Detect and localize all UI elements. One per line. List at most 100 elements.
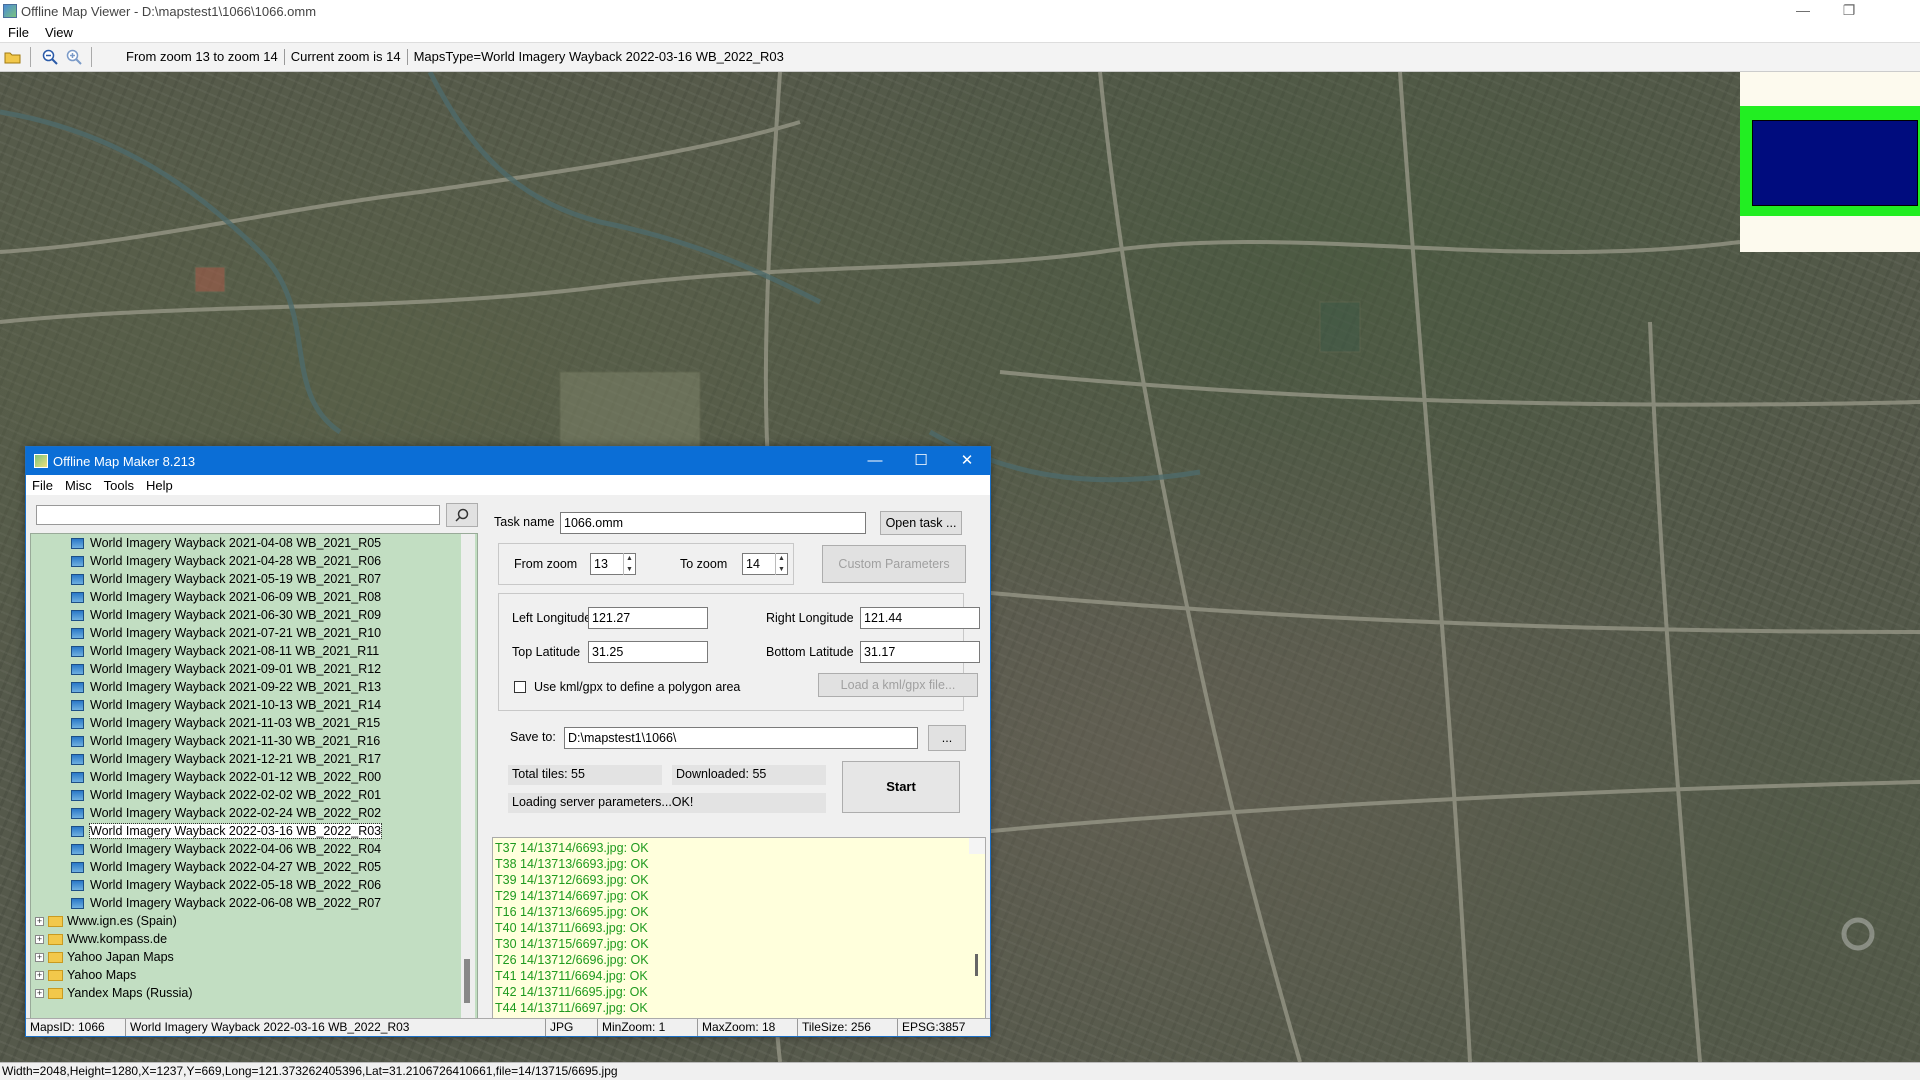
expand-icon[interactable]: +: [35, 934, 44, 944]
tree-map-item[interactable]: World Imagery Wayback 2021-08-11 WB_2021…: [31, 642, 477, 660]
right-longitude-input[interactable]: 121.44: [860, 607, 980, 629]
zoom-in-icon[interactable]: [63, 46, 85, 68]
tree-map-item[interactable]: World Imagery Wayback 2022-01-12 WB_2022…: [31, 768, 477, 786]
log-line: T40 14/13711/6693.jpg: OK: [495, 921, 648, 935]
task-name-input[interactable]: 1066.omm: [560, 512, 866, 534]
dialog-statusbar: MapsID: 1066 World Imagery Wayback 2022-…: [26, 1018, 990, 1036]
expand-icon[interactable]: +: [35, 970, 44, 980]
tree-map-item[interactable]: World Imagery Wayback 2021-10-13 WB_2021…: [31, 696, 477, 714]
tree-folder-item[interactable]: + Yahoo Japan Maps: [31, 948, 477, 966]
maps-id-status: MapsID: 1066: [26, 1019, 126, 1036]
left-longitude-input[interactable]: 121.27: [588, 607, 708, 629]
tree-item-label: World Imagery Wayback 2022-03-16 WB_2022…: [88, 823, 383, 839]
folder-icon: [48, 969, 63, 981]
kml-polygon-checkbox[interactable]: [514, 681, 526, 693]
map-layer-icon: [71, 843, 84, 855]
custom-parameters-button[interactable]: Custom Parameters: [822, 545, 966, 583]
epsg-status: EPSG:3857: [902, 1020, 966, 1034]
minimize-button[interactable]: —: [1780, 0, 1826, 22]
save-to-label: Save to:: [510, 730, 556, 744]
tree-map-item[interactable]: World Imagery Wayback 2021-04-08 WB_2021…: [31, 534, 477, 552]
start-button[interactable]: Start: [842, 761, 960, 813]
menu-file[interactable]: File: [0, 25, 37, 40]
overview-viewport[interactable]: [1752, 120, 1918, 206]
overview-panel[interactable]: [1740, 72, 1920, 252]
tree-map-item[interactable]: World Imagery Wayback 2022-03-16 WB_2022…: [31, 822, 477, 840]
tree-map-item[interactable]: World Imagery Wayback 2021-06-30 WB_2021…: [31, 606, 477, 624]
map-source-tree[interactable]: World Imagery Wayback 2021-04-08 WB_2021…: [30, 533, 478, 1026]
tree-item-label: World Imagery Wayback 2021-12-21 WB_2021…: [90, 752, 382, 766]
tree-item-label: World Imagery Wayback 2022-02-02 WB_2022…: [90, 788, 382, 802]
from-zoom-stepper[interactable]: ▲ ▼: [623, 553, 635, 575]
bottom-latitude-label: Bottom Latitude: [766, 645, 854, 659]
left-longitude-label: Left Longitude: [512, 611, 592, 625]
search-button[interactable]: [446, 503, 478, 527]
tree-item-label: World Imagery Wayback 2021-07-21 WB_2021…: [90, 626, 382, 640]
tree-item-label: World Imagery Wayback 2021-10-13 WB_2021…: [90, 698, 382, 712]
tree-map-item[interactable]: World Imagery Wayback 2021-05-19 WB_2021…: [31, 570, 477, 588]
log-line: T26 14/13712/6696.jpg: OK: [495, 953, 649, 967]
tree-folder-item[interactable]: + Yandex Maps (Russia): [31, 984, 477, 1002]
log-scrollbar[interactable]: [969, 838, 985, 976]
tree-map-item[interactable]: World Imagery Wayback 2021-11-30 WB_2021…: [31, 732, 477, 750]
top-latitude-label: Top Latitude: [512, 645, 581, 659]
tree-map-item[interactable]: World Imagery Wayback 2022-02-02 WB_2022…: [31, 786, 477, 804]
map-layer-icon: [71, 663, 84, 675]
menu-view[interactable]: View: [37, 25, 81, 40]
expand-icon[interactable]: +: [35, 916, 44, 926]
top-latitude-input[interactable]: 31.25: [588, 641, 708, 663]
to-zoom-stepper[interactable]: ▲ ▼: [775, 553, 787, 575]
tree-map-item[interactable]: World Imagery Wayback 2021-04-28 WB_2021…: [31, 552, 477, 570]
map-layer-icon: [71, 789, 84, 801]
tile-size-status: TileSize: 256: [798, 1019, 898, 1036]
tree-map-item[interactable]: World Imagery Wayback 2022-06-08 WB_2022…: [31, 894, 477, 912]
expand-icon[interactable]: +: [35, 988, 44, 998]
dialog-menu-misc[interactable]: Misc: [59, 478, 98, 493]
current-zoom-text: Current zoom is 14: [285, 49, 408, 65]
dialog-minimize-button[interactable]: —: [852, 447, 898, 475]
tree-folder-item[interactable]: + Yahoo Maps: [31, 966, 477, 984]
map-search-input[interactable]: [36, 505, 440, 525]
tree-item-label: World Imagery Wayback 2021-04-08 WB_2021…: [90, 536, 382, 550]
tree-map-item[interactable]: World Imagery Wayback 2021-12-21 WB_2021…: [31, 750, 477, 768]
open-task-button[interactable]: Open task ...: [880, 511, 962, 535]
dialog-close-button[interactable]: ✕: [944, 447, 990, 475]
dialog-menu-file[interactable]: File: [26, 478, 59, 493]
bottom-latitude-input[interactable]: 31.17: [860, 641, 980, 663]
tree-map-item[interactable]: World Imagery Wayback 2021-09-22 WB_2021…: [31, 678, 477, 696]
zoom-out-icon[interactable]: [39, 46, 61, 68]
dialog-title: Offline Map Maker 8.213: [53, 453, 196, 469]
restore-button[interactable]: ❐: [1826, 0, 1872, 22]
dialog-titlebar[interactable]: Offline Map Maker 8.213 — ☐ ✕: [26, 447, 990, 475]
tree-item-label: World Imagery Wayback 2021-06-30 WB_2021…: [90, 608, 382, 622]
save-to-input[interactable]: D:\mapstest1\1066\: [564, 727, 918, 749]
folder-icon: [48, 987, 63, 999]
dialog-maximize-button[interactable]: ☐: [898, 447, 944, 475]
tree-map-item[interactable]: World Imagery Wayback 2021-11-03 WB_2021…: [31, 714, 477, 732]
tree-folder-item[interactable]: + Www.kompass.de: [31, 930, 477, 948]
log-line: T41 14/13711/6694.jpg: OK: [495, 969, 648, 983]
log-line: T38 14/13713/6693.jpg: OK: [495, 857, 649, 871]
expand-icon[interactable]: +: [35, 952, 44, 962]
tree-map-item[interactable]: World Imagery Wayback 2022-05-18 WB_2022…: [31, 876, 477, 894]
tree-map-item[interactable]: World Imagery Wayback 2022-04-06 WB_2022…: [31, 840, 477, 858]
maps-name-status: World Imagery Wayback 2022-03-16 WB_2022…: [126, 1019, 546, 1036]
dialog-menu-tools[interactable]: Tools: [98, 478, 140, 493]
tree-map-item[interactable]: World Imagery Wayback 2022-02-24 WB_2022…: [31, 804, 477, 822]
load-kml-button[interactable]: Load a kml/gpx file...: [818, 673, 978, 697]
browse-button[interactable]: ...: [928, 725, 966, 751]
tree-map-item[interactable]: World Imagery Wayback 2021-07-21 WB_2021…: [31, 624, 477, 642]
tree-item-label: World Imagery Wayback 2021-06-09 WB_2021…: [90, 590, 382, 604]
tree-folder-item[interactable]: + Www.ign.es (Spain): [31, 912, 477, 930]
tree-map-item[interactable]: World Imagery Wayback 2021-06-09 WB_2021…: [31, 588, 477, 606]
tree-map-item[interactable]: World Imagery Wayback 2021-09-01 WB_2021…: [31, 660, 477, 678]
log-line: T42 14/13711/6695.jpg: OK: [495, 985, 648, 999]
tree-scrollbar[interactable]: [461, 534, 475, 1025]
map-layer-icon: [71, 717, 84, 729]
folder-icon: [48, 951, 63, 963]
download-log: T37 14/13714/6693.jpg: OK T38 14/13713/66…: [492, 837, 986, 1026]
tree-map-item[interactable]: World Imagery Wayback 2022-04-27 WB_2022…: [31, 858, 477, 876]
tree-item-label: World Imagery Wayback 2021-11-30 WB_2021…: [90, 734, 381, 748]
dialog-menu-help[interactable]: Help: [140, 478, 179, 493]
open-folder-icon[interactable]: [2, 46, 24, 68]
